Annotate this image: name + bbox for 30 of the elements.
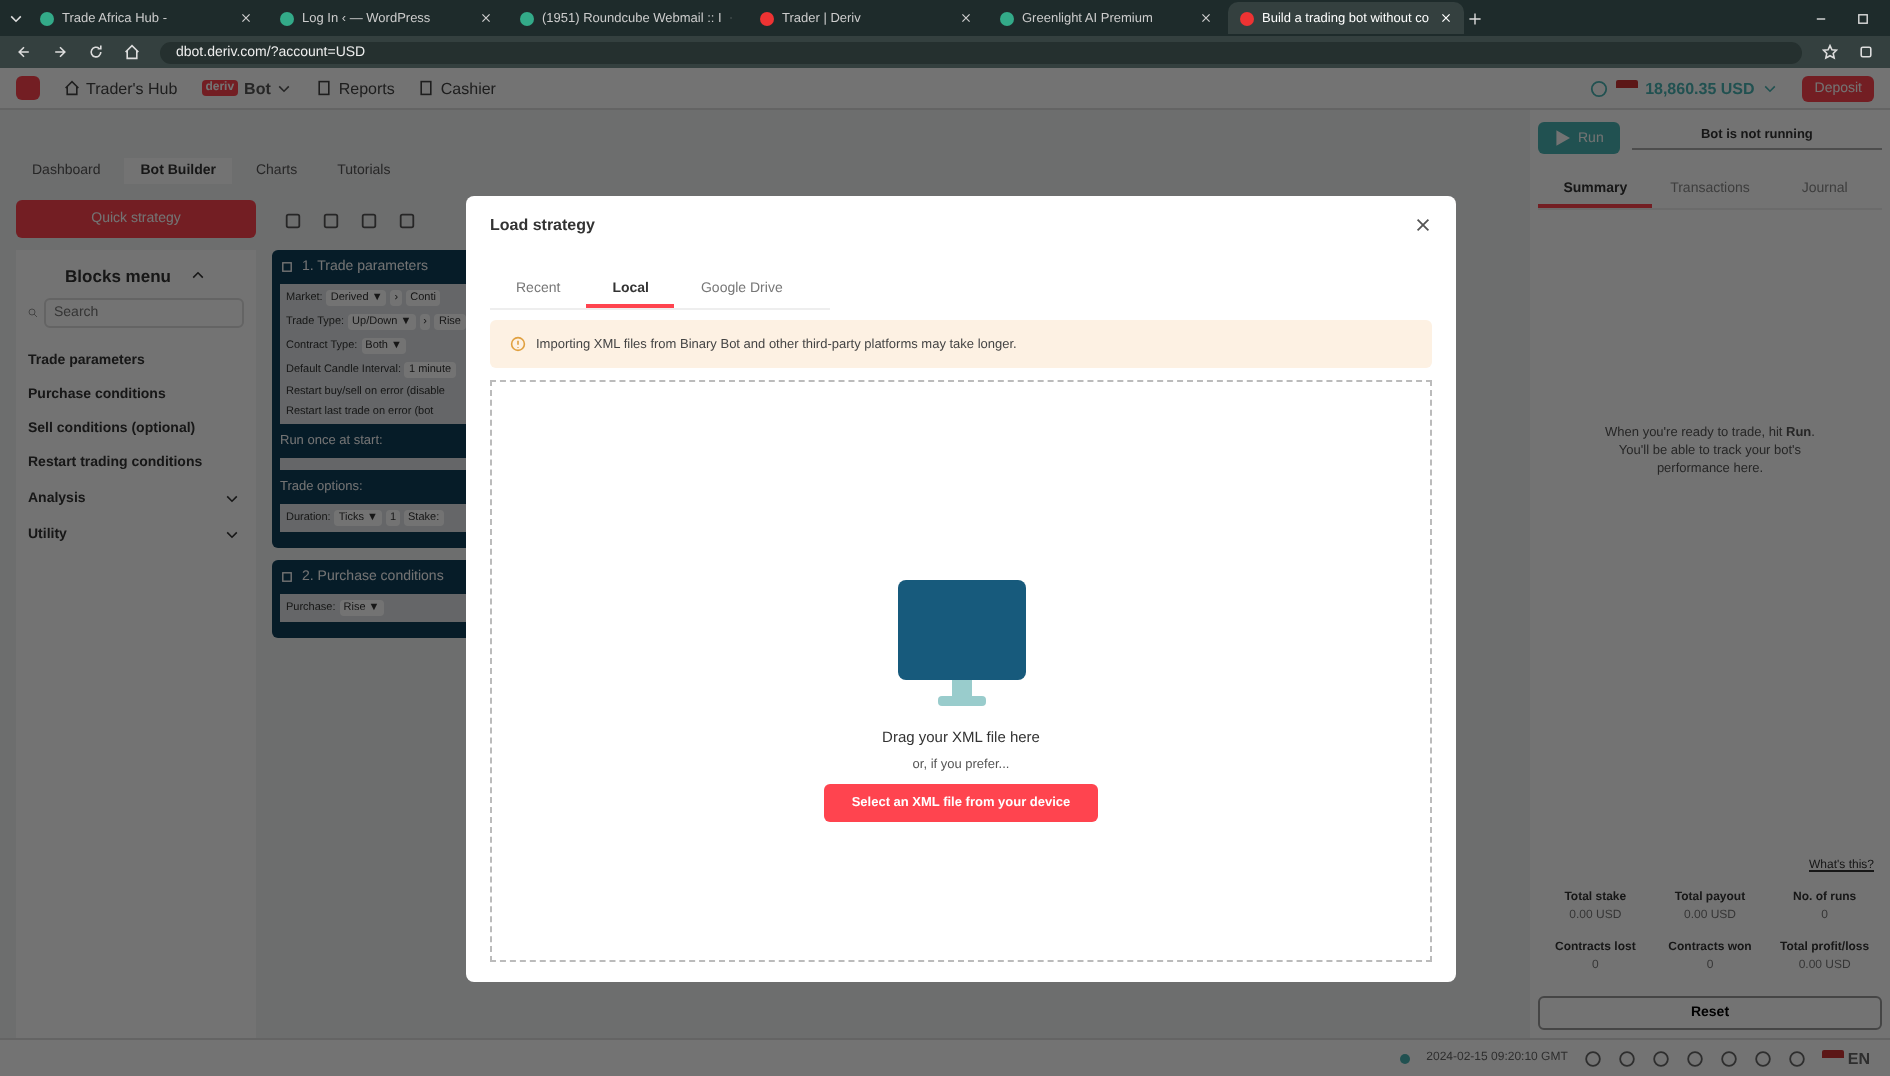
block-icon (280, 260, 294, 274)
star-icon (1822, 44, 1838, 60)
chevron-down-icon (8, 10, 24, 26)
chevron-down-icon (224, 490, 240, 506)
chevron-down-icon (276, 80, 293, 96)
nav-link[interactable]: Reports (316, 79, 395, 97)
search-icon (28, 306, 38, 320)
nav-link[interactable]: Cashier (418, 79, 496, 97)
forward-arrow-icon (52, 44, 68, 60)
back-arrow-icon (16, 44, 32, 60)
restore-icon (1856, 11, 1870, 25)
dialog-title: Load strategy (490, 216, 595, 234)
info-icon (510, 336, 526, 352)
play-icon (1554, 130, 1570, 146)
nav-link[interactable]: Trader's Hub (64, 79, 178, 97)
home-icon (124, 44, 140, 60)
balance-amount: 18,860.35 USD (1645, 79, 1755, 97)
blocks-menu-title: Blocks menu (65, 266, 171, 286)
document-icon (418, 80, 435, 96)
home-icon (64, 80, 80, 96)
plus-icon (1468, 11, 1482, 25)
chevron-up-icon (190, 268, 207, 284)
logo-icon (16, 76, 40, 100)
chevron-down-icon (224, 526, 240, 542)
language-selector[interactable]: EN (1821, 1049, 1870, 1067)
monitor-icon (897, 580, 1025, 708)
block-icon (280, 570, 294, 584)
document-icon (316, 80, 333, 96)
connection-dot-icon (1400, 1053, 1411, 1063)
chevron-down-icon (1762, 80, 1779, 96)
